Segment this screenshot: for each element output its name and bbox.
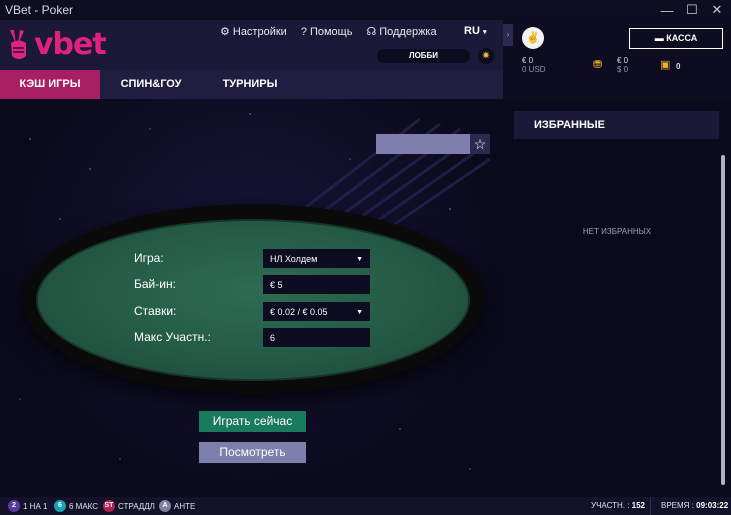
tab-spin-go[interactable]: СПИН&ГОУ (100, 70, 202, 99)
help-label: Помощь (309, 25, 353, 38)
heads-up-label: 1 НА 1 (23, 501, 48, 511)
players-label: УЧАСТН. : (591, 501, 630, 510)
card-icon: ▬ (654, 33, 664, 43)
cashier-button[interactable]: ▬ КАССА (629, 28, 723, 49)
bonus-eur: € 0 (617, 56, 629, 65)
support-label: Поддержка (379, 25, 437, 38)
footer-divider (650, 497, 651, 515)
minimize-button[interactable]: — (655, 0, 679, 20)
lobby-main: ☆ Игра: НЛ Холдем ▼ Бай-ин: € 5 Ставки: … (0, 99, 503, 497)
chevron-down-icon: ▾ (482, 29, 487, 36)
table-search-input[interactable] (376, 134, 470, 154)
legend-heads-up: 2 1 НА 1 (8, 500, 47, 512)
settings-link[interactable]: ⚙ Настройки (220, 25, 287, 39)
stakes-select[interactable]: € 0.02 / € 0.05 ▼ (263, 302, 370, 321)
six-max-badge: 6 (54, 500, 66, 512)
avatar[interactable]: ✌ (522, 27, 544, 49)
main-balance: € 0 0 USD (522, 56, 546, 74)
clock: ВРЕМЯ : 09:03:22 (661, 501, 728, 510)
stakes-value: € 0.02 / € 0.05 (270, 307, 328, 317)
maxplayers-field[interactable]: 6 (263, 328, 370, 347)
maxplayers-value: 6 (270, 333, 276, 343)
straddle-badge: ST (103, 500, 115, 512)
balance-usd: 0 USD (522, 65, 546, 74)
buyin-value: € 5 (270, 280, 283, 290)
stakes-label: Ставки: (134, 304, 177, 318)
dropdown-caret-icon: ▼ (356, 256, 363, 263)
players-count: УЧАСТН. : 152 (591, 501, 645, 510)
gear-icon: ⚙ (220, 26, 230, 38)
favorite-star-icon[interactable]: ☆ (470, 134, 490, 154)
settings-label: Настройки (232, 25, 287, 38)
favorites-panel (503, 99, 731, 497)
bonus-balance: € 0 $ 0 (617, 56, 628, 74)
help-link[interactable]: ? Помощь (301, 26, 353, 38)
watch-button[interactable]: Посмотреть (199, 442, 306, 463)
heads-up-badge: 2 (8, 500, 20, 512)
lobby-button[interactable]: ЛОББИ (377, 49, 470, 63)
language-value: RU (464, 25, 480, 37)
poker-table-felt (36, 219, 470, 381)
ante-label: АНТЕ (174, 501, 196, 511)
vbet-logo[interactable]: vbet (6, 27, 107, 62)
balance-eur: € 0 (522, 56, 534, 65)
logo-text: vbet (34, 27, 107, 62)
support-link[interactable]: ☊ Поддержка (366, 25, 437, 39)
play-now-button[interactable]: Играть сейчас (199, 411, 306, 432)
dropdown-caret-icon: ▼ (356, 309, 363, 316)
help-icon: ? (300, 25, 307, 38)
six-max-label: 6 МАКС (69, 501, 99, 511)
window-title: VBet - Poker (5, 3, 74, 17)
header: vbet ⚙ Настройки ? Помощь ☊ Поддержка RU… (0, 20, 503, 70)
favorites-scrollbar[interactable] (721, 155, 725, 485)
game-value: НЛ Холдем (270, 254, 318, 264)
straddle-label: СТРАДДЛ (118, 501, 155, 511)
legend-ante: A АНТЕ (159, 500, 195, 512)
headset-icon: ☊ (366, 26, 377, 38)
title-bar: VBet - Poker — ☐ ✕ (0, 0, 731, 20)
status-bar: 2 1 НА 1 6 6 МАКС ST СТРАДДЛ A АНТЕ УЧАС… (0, 497, 731, 515)
tab-cash-games[interactable]: КЭШ ИГРЫ (0, 70, 100, 99)
tab-tournaments[interactable]: ТУРНИРЫ (202, 70, 298, 99)
players-value: 152 (631, 501, 646, 510)
game-select[interactable]: НЛ Холдем ▼ (263, 249, 370, 268)
ticket-icon: ▣ (660, 59, 671, 71)
game-type-tabs: КЭШ ИГРЫ СПИН&ГОУ ТУРНИРЫ (0, 70, 503, 99)
legend-6max: 6 6 МАКС (54, 500, 98, 512)
top-links: ⚙ Настройки ? Помощь ☊ Поддержка (220, 25, 437, 39)
cashier-label: КАССА (666, 33, 698, 43)
chips-icon: ⛃ (593, 59, 603, 71)
tickets-count: 0 (676, 62, 681, 71)
maxplayers-label: Макс Участн.: (134, 330, 211, 344)
bonus-usd: $ 0 (617, 65, 629, 74)
ante-badge: A (159, 500, 171, 512)
favorites-header: ИЗБРАННЫЕ (514, 111, 719, 139)
time-value: 09:03:22 (696, 501, 729, 510)
game-label: Игра: (134, 251, 164, 265)
buyin-field[interactable]: € 5 (263, 275, 370, 294)
theme-toggle-sun-icon[interactable]: ✷ (478, 48, 494, 64)
maximize-button[interactable]: ☐ (680, 0, 704, 20)
victory-hand-icon (10, 30, 26, 59)
buyin-label: Бай-ин: (134, 277, 176, 291)
legend-straddle: ST СТРАДДЛ (103, 500, 155, 512)
close-button[interactable]: ✕ (705, 0, 729, 20)
collapse-panel-chevron-icon[interactable]: › (503, 24, 513, 46)
no-favorites-text: НЕТ ИЗБРАННЫХ (582, 227, 652, 236)
language-selector[interactable]: RU ▾ (464, 25, 486, 37)
time-label: ВРЕМЯ : (661, 501, 694, 510)
